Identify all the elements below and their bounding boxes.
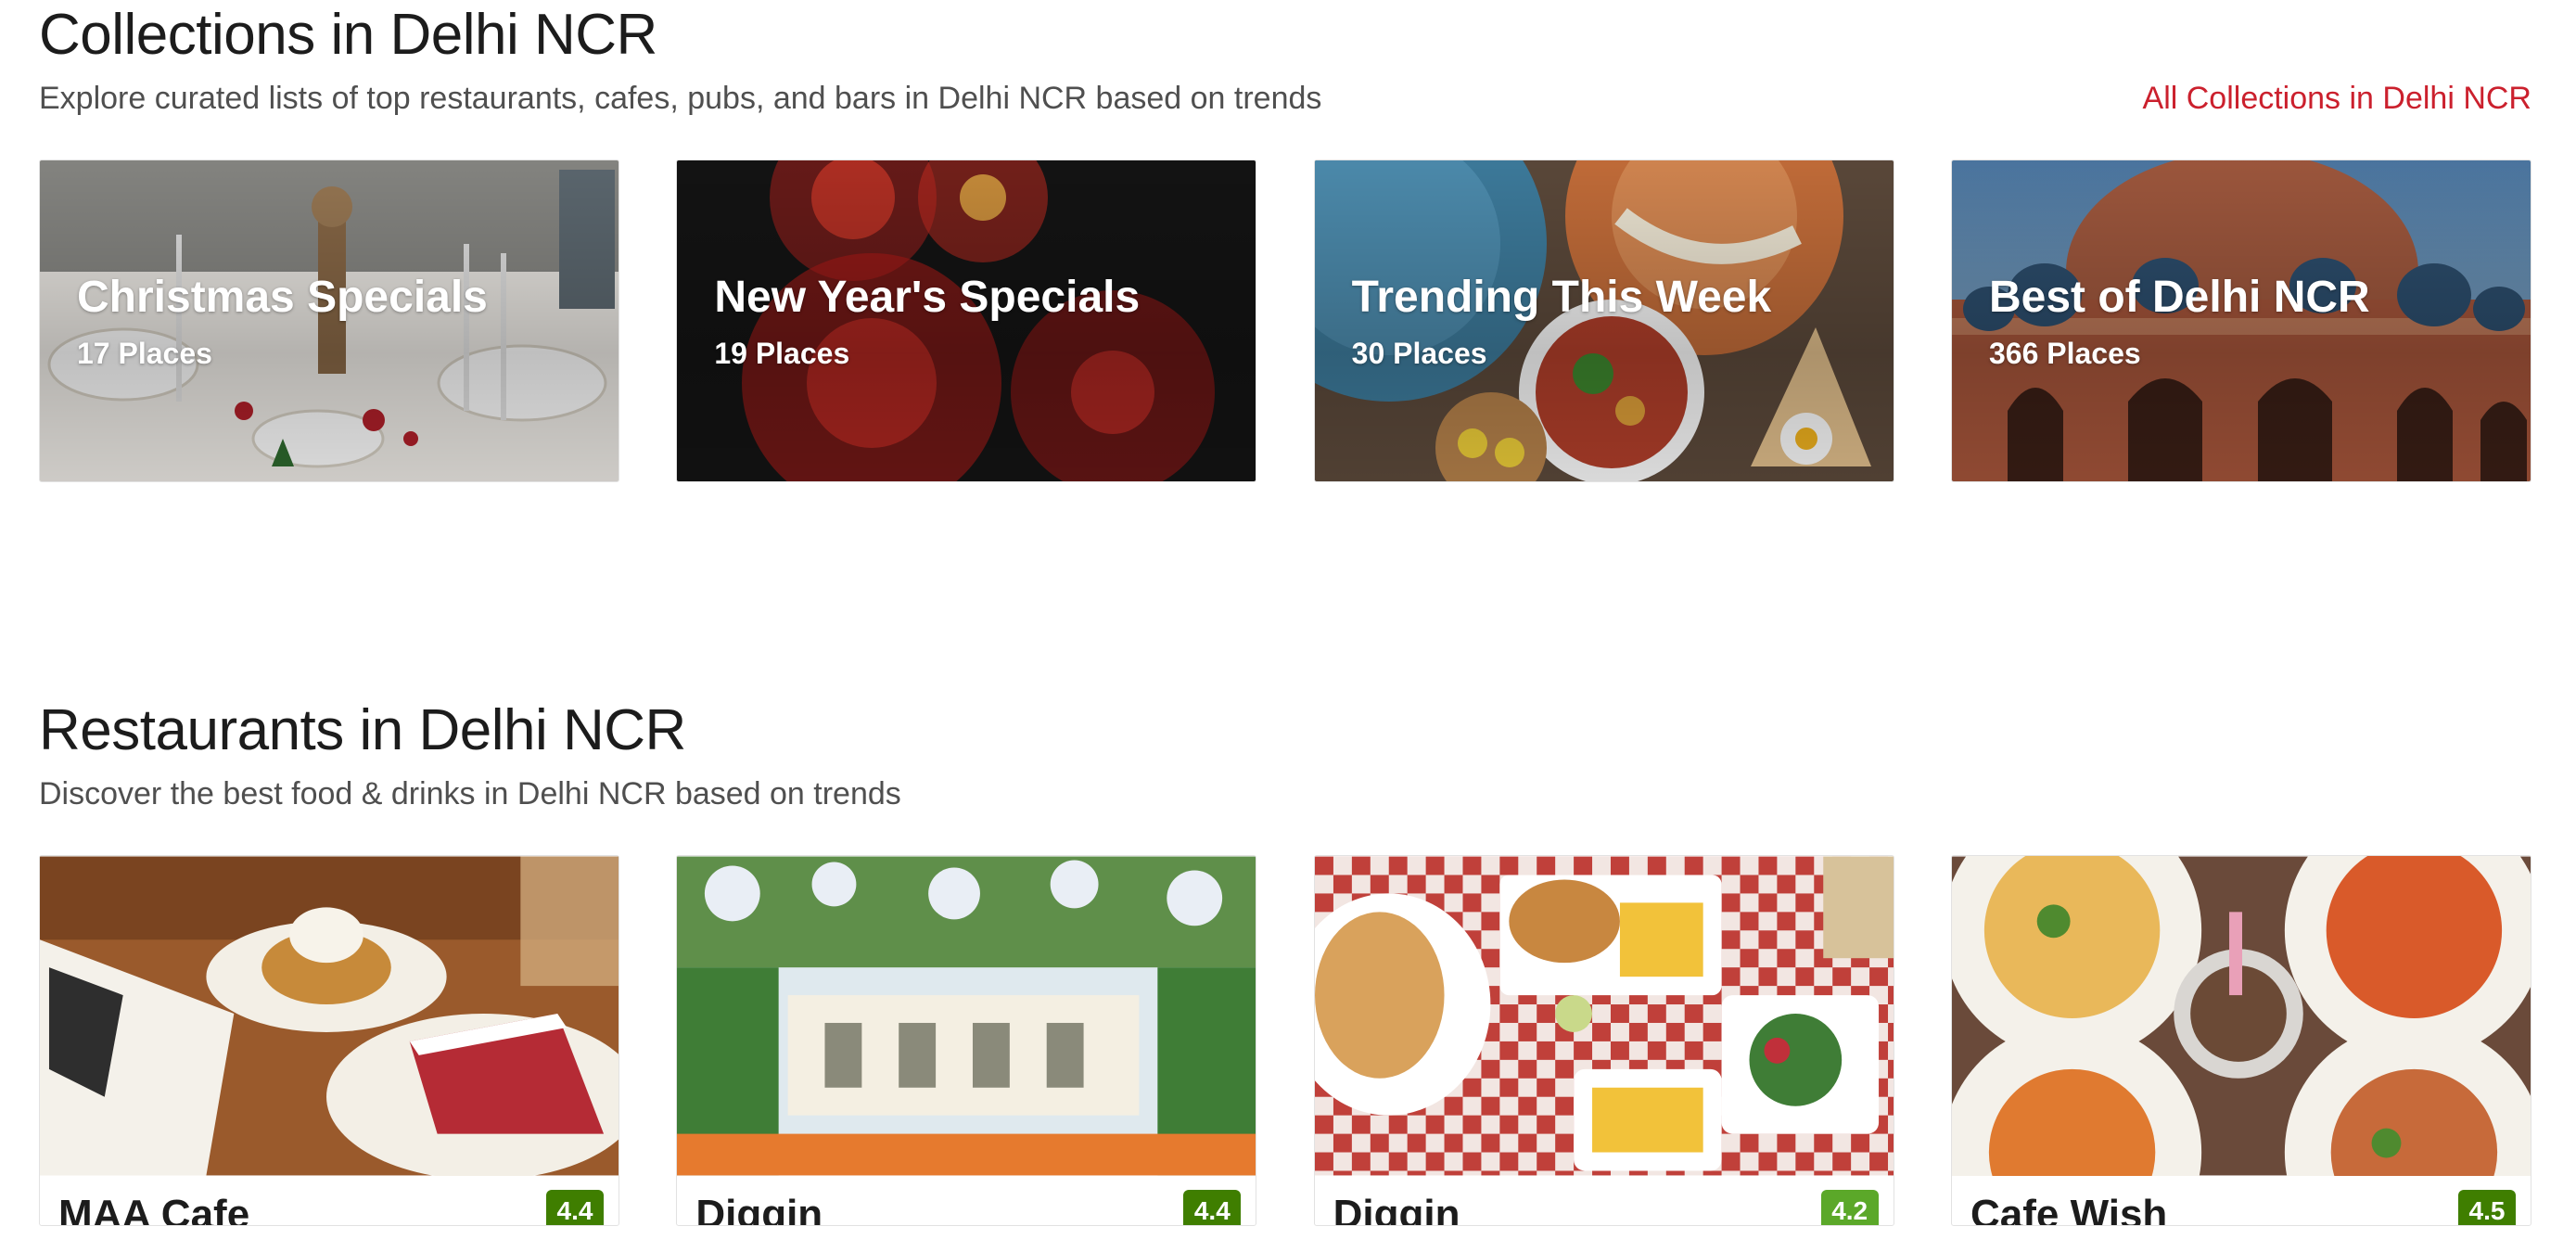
burger-fries-image xyxy=(1314,856,1894,1176)
cake-dessert-image xyxy=(40,856,618,1177)
collections-section: Collections in Delhi NCR Explore curated… xyxy=(39,2,2531,483)
collection-count: 17 Places xyxy=(77,337,212,371)
collection-name: Christmas Specials xyxy=(77,273,488,323)
garden-cafe-image xyxy=(677,856,1256,1176)
restaurants-section: Restaurants in Delhi NCR Discover the be… xyxy=(39,697,2531,1227)
collections-header-row: Explore curated lists of top restaurants… xyxy=(39,81,2531,117)
rating-badge: 4.5 xyxy=(2457,1190,2516,1226)
collection-name: New Year's Specials xyxy=(714,273,1141,323)
collections-title: Collections in Delhi NCR xyxy=(39,3,657,67)
collection-name: Trending This Week xyxy=(1351,273,1772,323)
collection-cards: Christmas Specials 17 Places New Year's … xyxy=(39,160,2531,483)
restaurant-card[interactable]: Cafe Wish 4.5 xyxy=(1950,855,2531,1227)
restaurant-name: Cafe Wish xyxy=(1970,1192,2168,1227)
rating-badge: 4.4 xyxy=(1183,1190,1242,1226)
restaurant-card[interactable]: Diggin 4.2 xyxy=(1313,855,1894,1227)
collection-card-christmas[interactable]: Christmas Specials 17 Places xyxy=(39,160,619,483)
restaurant-name: Diggin xyxy=(1333,1192,1460,1227)
restaurants-subtitle: Discover the best food & drinks in Delhi… xyxy=(39,776,901,812)
collection-card-best-of-delhi[interactable]: Best of Delhi NCR 366 Places xyxy=(1950,160,2531,483)
collection-count: 366 Places xyxy=(1988,337,2141,371)
collection-count: 19 Places xyxy=(714,337,850,371)
collection-card-new-year[interactable]: New Year's Specials 19 Places xyxy=(676,160,1257,483)
restaurant-name: Diggin xyxy=(695,1192,823,1227)
restaurant-card[interactable]: Diggin 4.4 xyxy=(676,855,1257,1227)
collection-card-trending[interactable]: Trending This Week 30 Places xyxy=(1313,160,1894,483)
restaurants-title: Restaurants in Delhi NCR xyxy=(39,698,686,762)
rating-badge: 4.2 xyxy=(1820,1190,1879,1226)
collection-name: Best of Delhi NCR xyxy=(1988,273,2370,323)
pasta-plates-image xyxy=(1951,856,2531,1177)
collection-count: 30 Places xyxy=(1351,337,1487,371)
restaurant-name: MAA Cafe xyxy=(58,1192,250,1227)
restaurants-header-row: Discover the best food & drinks in Delhi… xyxy=(39,776,2531,812)
rating-badge: 4.4 xyxy=(546,1190,604,1226)
all-collections-link[interactable]: All Collections in Delhi NCR xyxy=(2143,81,2531,117)
collections-subtitle: Explore curated lists of top restaurants… xyxy=(39,81,1322,117)
restaurant-cards: MAA Cafe 4.4 Diggin 4.4 Diggin 4.2 Cafe … xyxy=(39,855,2531,1227)
restaurant-card[interactable]: MAA Cafe 4.4 xyxy=(39,855,619,1227)
